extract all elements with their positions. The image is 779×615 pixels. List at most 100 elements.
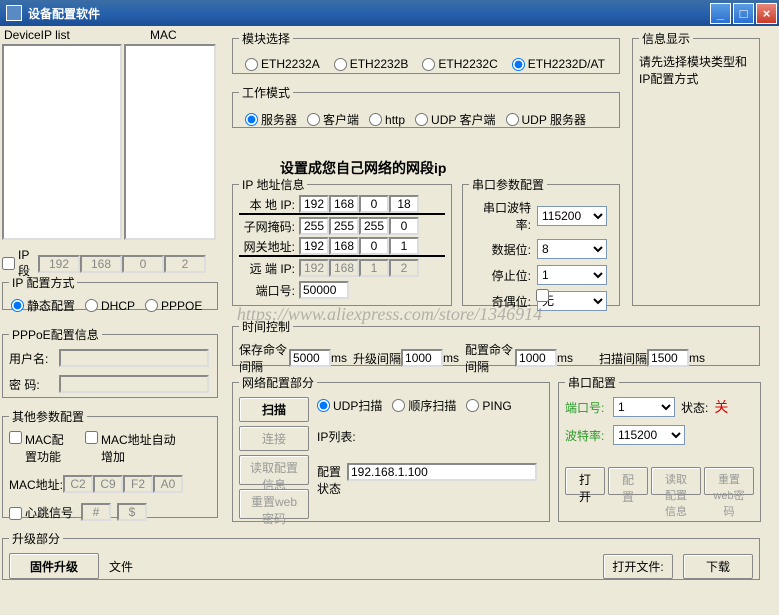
radio-dhcp[interactable]: DHCP	[85, 299, 135, 313]
radio-http[interactable]: http	[369, 113, 405, 127]
open-button[interactable]: 打开	[565, 467, 605, 495]
unknown-checkbox[interactable]	[536, 289, 549, 302]
mask-4[interactable]	[389, 217, 419, 235]
radio-udpserver[interactable]: UDP 服务器	[506, 111, 586, 128]
portnum-select[interactable]: 1	[613, 397, 675, 417]
stopbits-label: 停止位:	[469, 267, 537, 284]
mac4[interactable]	[153, 475, 183, 493]
radio-udpclient[interactable]: UDP 客户端	[415, 111, 495, 128]
pppoe-pass-label: 密 码:	[9, 376, 59, 393]
local-ip-4[interactable]	[389, 195, 419, 213]
mac-list[interactable]	[124, 44, 216, 240]
time-legend: 时间控制	[239, 318, 293, 335]
ipaddr-group: IP 地址信息 本 地 IP: 子网掩码: 网关地址: 远 端 IP:	[232, 176, 452, 306]
mode-legend: 工作模式	[239, 84, 293, 101]
radio-udpscan[interactable]: UDP扫描	[317, 397, 382, 414]
radio-server[interactable]: 服务器	[245, 111, 297, 128]
scan-interval[interactable]	[647, 349, 689, 367]
remote-2[interactable]	[329, 259, 359, 277]
hb2[interactable]	[117, 503, 147, 521]
ipseg-c[interactable]	[122, 255, 164, 273]
local-ip-1[interactable]	[299, 195, 329, 213]
port-input[interactable]	[299, 281, 349, 299]
radio-static[interactable]: 静态配置	[11, 297, 75, 314]
serialbaud-label: 波特率:	[565, 427, 613, 444]
app-icon	[6, 5, 22, 21]
info-legend: 信息显示	[639, 30, 693, 47]
databits-select[interactable]: 8	[537, 239, 607, 259]
gate-4[interactable]	[389, 237, 419, 255]
deviceip-list[interactable]	[2, 44, 122, 240]
mask-3[interactable]	[359, 217, 389, 235]
file-label: 文件	[109, 558, 133, 575]
ipseg-checkbox[interactable]	[2, 257, 15, 270]
mac2[interactable]	[93, 475, 123, 493]
ipseg-d[interactable]	[164, 255, 206, 273]
header-mac: MAC	[150, 28, 177, 42]
radio-eth2232c[interactable]: ETH2232C	[422, 57, 497, 71]
mac1[interactable]	[63, 475, 93, 493]
macauto-checkbox[interactable]: MAC地址自动增加	[85, 431, 181, 465]
local-ip-3[interactable]	[359, 195, 389, 213]
mac3[interactable]	[123, 475, 153, 493]
save-interval-label: 保存命令间隔	[239, 341, 289, 375]
macfn-checkbox[interactable]: MAC配置功能	[9, 431, 75, 465]
minimize-button[interactable]: _	[710, 3, 731, 24]
ipaddr-legend: IP 地址信息	[239, 176, 307, 193]
maximize-button[interactable]: □	[733, 3, 754, 24]
firmware-button[interactable]: 固件升级	[9, 553, 99, 579]
banner-text: 设置成您自己网络的网段ip	[280, 158, 446, 178]
serialcfg-legend: 串口配置	[565, 374, 619, 391]
remote-1[interactable]	[299, 259, 329, 277]
close-button[interactable]: ×	[756, 3, 777, 24]
connect-button[interactable]: 连接	[239, 426, 309, 451]
hb1[interactable]	[81, 503, 111, 521]
ipcfg-group: IP 配置方式 静态配置 DHCP PPPOE	[2, 274, 218, 310]
pppoe-group: PPPoE配置信息 用户名: 密 码:	[2, 326, 218, 398]
scan-interval-label: 扫描间隔	[599, 350, 647, 367]
ipseg-b[interactable]	[80, 255, 122, 273]
mask-1[interactable]	[299, 217, 329, 235]
cfg-interval[interactable]	[515, 349, 557, 367]
gate-2[interactable]	[329, 237, 359, 255]
stopbits-select[interactable]: 1	[537, 265, 607, 285]
window-title: 设备配置软件	[26, 5, 708, 22]
cfg-button[interactable]: 配置	[608, 467, 648, 495]
radio-eth2232b[interactable]: ETH2232B	[334, 57, 409, 71]
local-ip-2[interactable]	[329, 195, 359, 213]
pppoe-pass-input[interactable]	[59, 375, 209, 393]
ipseg-a[interactable]	[38, 255, 80, 273]
databits-label: 数据位:	[469, 241, 537, 258]
time-group: 时间控制 保存命令间隔ms 升级间隔ms 配置命令间隔ms 扫描间隔ms	[232, 318, 760, 366]
serial-readcfg-button[interactable]: 读取配置信息	[651, 467, 701, 495]
radio-client[interactable]: 客户端	[307, 111, 359, 128]
gate-1[interactable]	[299, 237, 329, 255]
upgrade-group: 升级部分 固件升级 文件 打开文件: 下载	[2, 530, 760, 580]
pppoe-user-input[interactable]	[59, 349, 209, 367]
up-interval[interactable]	[401, 349, 443, 367]
radio-seqscan[interactable]: 顺序扫描	[392, 397, 456, 414]
gateway-label: 网关地址:	[239, 238, 299, 255]
serialbaud-select[interactable]: 115200	[613, 425, 685, 445]
status-value: 关	[714, 397, 728, 417]
resetweb-button[interactable]: 重置web密码	[239, 489, 309, 519]
save-interval[interactable]	[289, 349, 331, 367]
info-group: 信息显示 请先选择模块类型和IP配置方式	[632, 30, 760, 306]
radio-ping[interactable]: PING	[466, 399, 511, 413]
scan-button[interactable]: 扫描	[239, 397, 309, 422]
radio-eth2232a[interactable]: ETH2232A	[245, 57, 320, 71]
remote-3[interactable]	[359, 259, 389, 277]
cfgstatus-input[interactable]	[347, 463, 537, 481]
mask-2[interactable]	[329, 217, 359, 235]
download-button[interactable]: 下载	[683, 554, 753, 579]
heartbeat-checkbox[interactable]: 心跳信号	[9, 504, 73, 521]
radio-eth2232d[interactable]: ETH2232D/AT	[512, 57, 605, 71]
readcfg-button[interactable]: 读取配置信息	[239, 455, 309, 485]
gate-3[interactable]	[359, 237, 389, 255]
openfile-button[interactable]: 打开文件:	[603, 554, 673, 579]
status-label: 状态:	[681, 399, 708, 416]
remote-4[interactable]	[389, 259, 419, 277]
baud-select[interactable]: 115200	[537, 206, 607, 226]
serial-resetweb-button[interactable]: 重置web密码	[704, 467, 754, 495]
radio-pppoe[interactable]: PPPOE	[145, 299, 202, 313]
